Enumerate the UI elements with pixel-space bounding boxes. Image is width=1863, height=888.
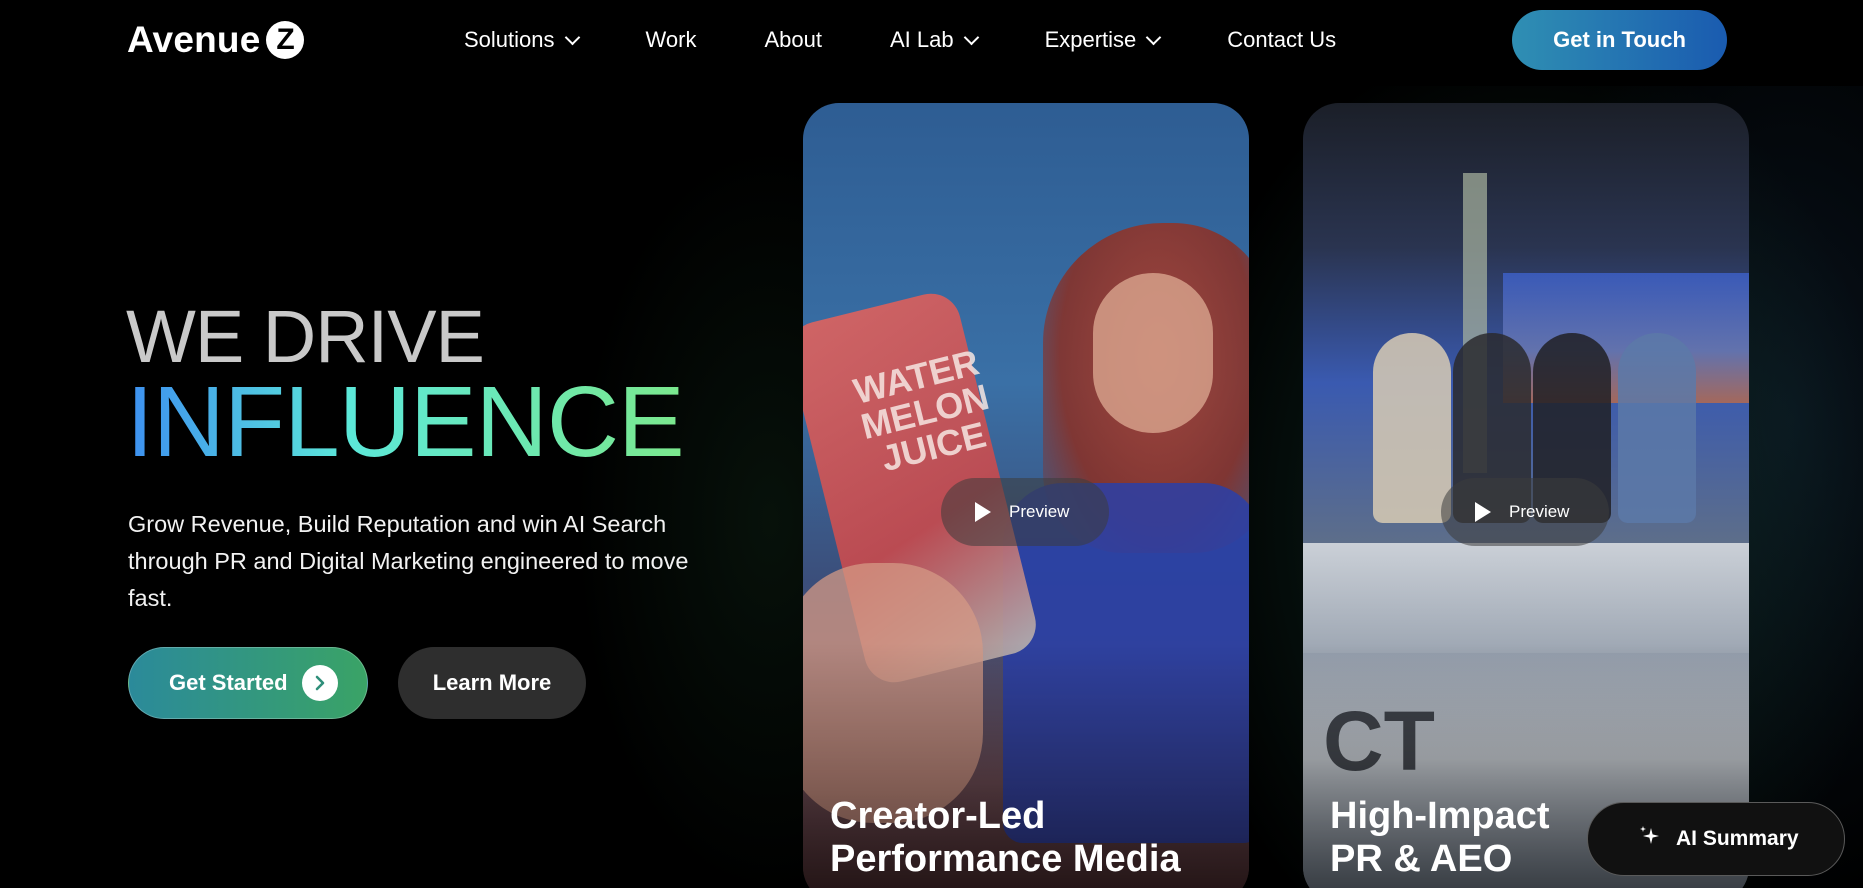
- hero-description: Grow Revenue, Build Reputation and win A…: [128, 511, 689, 611]
- chevron-down-icon: [1146, 29, 1162, 45]
- nav-item-ai-lab[interactable]: AI Lab: [889, 27, 979, 53]
- card-title-line1: Creator-Led: [830, 795, 1046, 837]
- card-title-line1: High-Impact: [1330, 795, 1550, 837]
- card-image-face: [1093, 273, 1213, 433]
- card-title-line2: Performance Media: [830, 838, 1181, 880]
- site-header: Avenue Z Solutions Work About AI Lab Exp…: [0, 0, 1863, 86]
- nav-item-about[interactable]: About: [764, 27, 822, 53]
- card-image-person: [1373, 333, 1451, 523]
- hero-heading-line1: WE DRIVE: [126, 295, 485, 378]
- nav-label: About: [764, 27, 822, 52]
- nav-label: Contact Us: [1227, 27, 1337, 52]
- page: Avenue Z Solutions Work About AI Lab Exp…: [0, 0, 1863, 888]
- preview-button[interactable]: Preview: [941, 478, 1109, 546]
- nav-label: AI Lab: [889, 27, 954, 52]
- logo[interactable]: Avenue Z: [127, 19, 305, 60]
- card-title: High-Impact PR & AEO: [1330, 795, 1550, 881]
- logo-badge: Z: [266, 21, 305, 59]
- play-icon: [975, 502, 991, 522]
- card-title: Creator-Led Performance Media: [830, 795, 1181, 881]
- ai-summary-button[interactable]: AI Summary: [1587, 802, 1845, 876]
- nav-item-solutions[interactable]: Solutions: [464, 27, 580, 53]
- nav-item-work[interactable]: Work: [646, 27, 697, 53]
- sparkle-icon: [1638, 824, 1662, 854]
- nav-label: Expertise: [1044, 27, 1137, 52]
- learn-more-button[interactable]: Learn More: [398, 647, 586, 719]
- video-card-high-impact[interactable]: CT Preview High-Impact PR & AEO: [1303, 103, 1749, 888]
- chevron-down-icon: [963, 29, 979, 45]
- logo-text: Avenue: [127, 19, 261, 60]
- hero-heading-line2: INFLUENCE: [126, 366, 685, 478]
- nav-item-expertise[interactable]: Expertise: [1044, 27, 1162, 53]
- get-in-touch-button[interactable]: Get in Touch: [1512, 10, 1727, 70]
- card-image-news-desk: [1303, 543, 1749, 653]
- nav-item-contact-us[interactable]: Contact Us: [1227, 27, 1336, 53]
- get-started-label: Get Started: [169, 670, 288, 695]
- video-card-creator-led[interactable]: WATER MELON JUICE Preview Creator-Led Pe…: [803, 103, 1249, 888]
- play-icon: [1475, 502, 1491, 522]
- preview-button[interactable]: Preview: [1441, 478, 1609, 546]
- chevron-down-icon: [564, 29, 580, 45]
- ai-summary-label: AI Summary: [1676, 827, 1799, 850]
- preview-label: Preview: [1009, 502, 1070, 521]
- card-title-line2: PR & AEO: [1330, 838, 1513, 880]
- preview-label: Preview: [1509, 502, 1570, 521]
- nav-label: Solutions: [464, 27, 555, 52]
- get-started-button[interactable]: Get Started: [128, 647, 368, 719]
- arrow-right-icon: [301, 665, 338, 701]
- main-nav: Solutions Work About AI Lab Expertise Co…: [464, 22, 1336, 58]
- nav-label: Work: [645, 27, 697, 52]
- card-image-person: [1618, 333, 1696, 523]
